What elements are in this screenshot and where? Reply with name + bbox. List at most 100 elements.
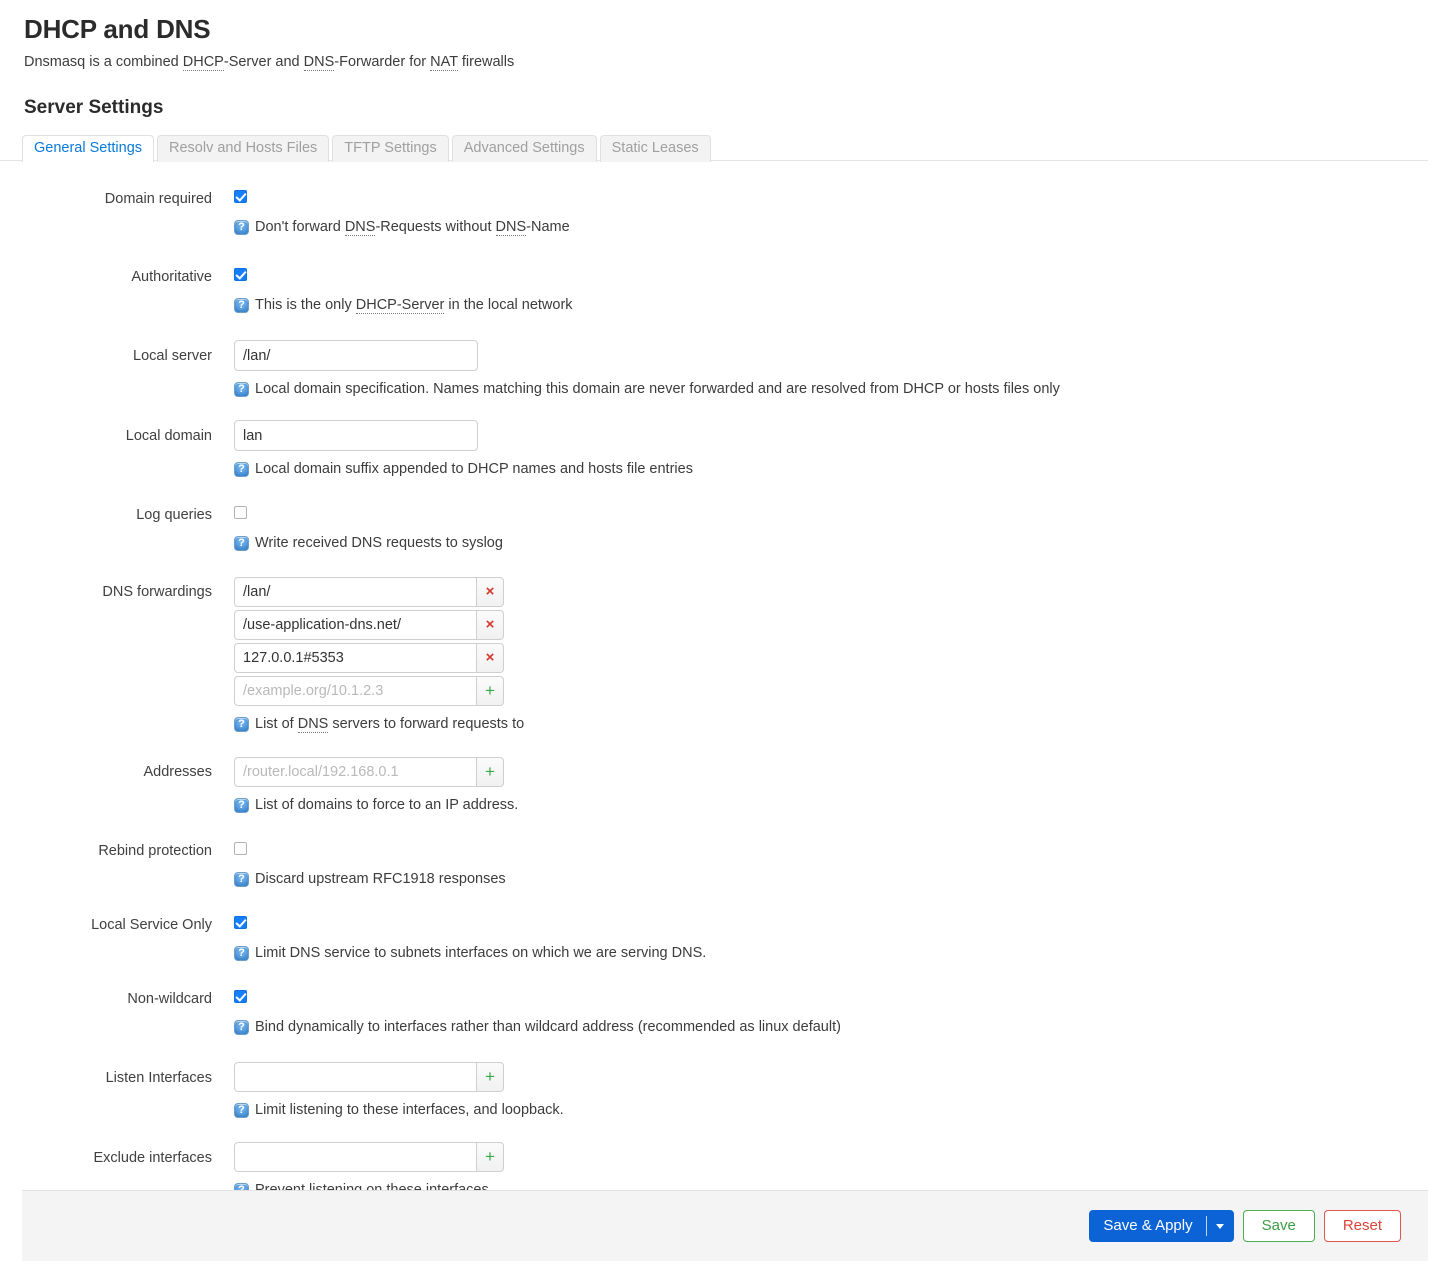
label-listen-interfaces: Listen Interfaces	[105, 1070, 212, 1086]
list-item: ×	[234, 643, 504, 673]
label-dns-forwardings: DNS forwardings	[102, 584, 212, 600]
chevron-down-icon	[1215, 1223, 1224, 1229]
input-local-domain[interactable]	[234, 420, 478, 451]
label-non-wildcard: Non-wildcard	[127, 991, 212, 1007]
help-icon[interactable]	[234, 297, 249, 313]
desc-log-queries: Write received DNS requests to syslog	[234, 534, 1440, 552]
add-button[interactable]: +	[477, 676, 504, 706]
checkbox-authoritative[interactable]	[234, 268, 247, 281]
remove-button[interactable]: ×	[477, 577, 504, 607]
desc-text: This is the only DHCP-Server in the loca…	[255, 297, 573, 314]
input-exclude-interfaces[interactable]	[234, 1142, 477, 1172]
desc-authoritative: This is the only DHCP-Server in the loca…	[234, 296, 1440, 314]
desc-domain-required: Don't forward DNS-Requests without DNS-N…	[234, 218, 1440, 236]
add-button[interactable]: +	[477, 1062, 504, 1092]
row-non-wildcard: Non-wildcard Bind dynamically to interfa…	[0, 990, 1440, 1036]
dhcp-dns-page: DHCP and DNS Dnsmasq is a combined DHCP-…	[0, 0, 1440, 1286]
desc-text: Local domain suffix appended to DHCP nam…	[255, 461, 693, 477]
abbr-dhcp: DHCP	[182, 54, 224, 71]
help-icon[interactable]	[234, 797, 249, 813]
input-dns-forwarding-0[interactable]	[234, 577, 477, 607]
row-domain-required: Domain required Don't forward DNS-Reques…	[0, 190, 1440, 236]
tab-tftp-settings[interactable]: TFTP Settings	[332, 135, 449, 162]
list-item-new: +	[234, 676, 504, 706]
row-authoritative: Authoritative This is the only DHCP-Serv…	[0, 268, 1440, 314]
input-dns-forwarding-1[interactable]	[234, 610, 477, 640]
checkbox-log-queries[interactable]	[234, 506, 247, 519]
abbr-dns: DNS	[297, 716, 329, 733]
label-domain-required: Domain required	[104, 191, 212, 207]
desc-non-wildcard: Bind dynamically to interfaces rather th…	[234, 1018, 1440, 1036]
label-rebind-protection: Rebind protection	[98, 843, 212, 859]
add-button[interactable]: +	[477, 1142, 504, 1172]
input-addresses-new[interactable]	[234, 757, 477, 787]
desc-text: Limit DNS service to subnets interfaces …	[255, 945, 707, 961]
input-local-server[interactable]	[234, 340, 478, 371]
row-addresses: Addresses + List of domains to force to …	[0, 757, 1440, 814]
desc-local-service-only: Limit DNS service to subnets interfaces …	[234, 944, 1440, 962]
desc-local-server: Local domain specification. Names matchi…	[234, 380, 1440, 398]
help-icon[interactable]	[234, 945, 249, 961]
page-subtitle: Dnsmasq is a combined DHCP-Server and DN…	[24, 54, 515, 71]
tab-resolv-and-hosts-files[interactable]: Resolv and Hosts Files	[157, 135, 330, 162]
save-button[interactable]: Save	[1242, 1210, 1315, 1242]
help-icon[interactable]	[234, 1102, 249, 1118]
desc-text: Limit listening to these interfaces, and…	[255, 1102, 564, 1118]
tab-advanced-settings[interactable]: Advanced Settings	[451, 135, 597, 162]
label-local-domain: Local domain	[125, 428, 212, 444]
row-rebind-protection: Rebind protection Discard upstream RFC19…	[0, 842, 1440, 888]
row-local-domain: Local domain Local domain suffix appende…	[0, 420, 1440, 478]
abbr-dns-requests: DNS	[344, 219, 376, 236]
checkbox-local-service-only[interactable]	[234, 916, 247, 929]
desc-text: List of domains to force to an IP addres…	[255, 797, 519, 813]
help-icon[interactable]	[234, 871, 249, 887]
desc-local-domain: Local domain suffix appended to DHCP nam…	[234, 460, 1440, 478]
input-dns-forwarding-new[interactable]	[234, 676, 477, 706]
help-icon[interactable]	[234, 1019, 249, 1035]
desc-text: Bind dynamically to interfaces rather th…	[255, 1019, 841, 1035]
remove-button[interactable]: ×	[477, 610, 504, 640]
desc-text: Write received DNS requests to syslog	[255, 535, 503, 551]
help-icon[interactable]	[234, 716, 249, 732]
label-local-server: Local server	[133, 348, 212, 364]
help-icon[interactable]	[234, 381, 249, 397]
desc-text: Local domain specification. Names matchi…	[255, 381, 1060, 397]
desc-text: Don't forward DNS-Requests without DNS-N…	[255, 219, 570, 236]
form-action-bar: Save & Apply Save Reset	[22, 1190, 1428, 1261]
server-settings-form: Domain required Don't forward DNS-Reques…	[0, 190, 1440, 1199]
tab-general-settings[interactable]: General Settings	[22, 135, 155, 162]
desc-dns-forwardings: List of DNS servers to forward requests …	[234, 715, 1440, 733]
help-icon[interactable]	[234, 219, 249, 235]
tab-bar: General Settings Resolv and Hosts Files …	[0, 134, 1428, 162]
abbr-nat: NAT	[430, 54, 458, 71]
row-listen-interfaces: Listen Interfaces + Limit listening to t…	[0, 1062, 1440, 1119]
input-dns-forwarding-2[interactable]	[234, 643, 477, 673]
tab-static-leases[interactable]: Static Leases	[599, 135, 711, 162]
list-item: ×	[234, 610, 504, 640]
list-item-new: +	[234, 1062, 504, 1092]
add-button[interactable]: +	[477, 757, 504, 787]
help-icon[interactable]	[234, 535, 249, 551]
page-title: DHCP and DNS	[24, 14, 211, 44]
reset-button[interactable]: Reset	[1323, 1210, 1401, 1242]
label-local-service-only: Local Service Only	[91, 917, 212, 933]
save-and-apply-dropdown-toggle[interactable]	[1207, 1211, 1233, 1241]
remove-button[interactable]: ×	[477, 643, 504, 673]
label-log-queries: Log queries	[136, 507, 212, 523]
help-icon[interactable]	[234, 461, 249, 477]
section-title: Server Settings	[24, 97, 164, 118]
row-log-queries: Log queries Write received DNS requests …	[0, 506, 1440, 552]
checkbox-non-wildcard[interactable]	[234, 990, 247, 1003]
list-item-new: +	[234, 1142, 504, 1172]
desc-text: List of DNS servers to forward requests …	[255, 716, 525, 733]
desc-text: Discard upstream RFC1918 responses	[255, 871, 506, 887]
checkbox-rebind-protection[interactable]	[234, 842, 247, 855]
row-dns-forwardings: DNS forwardings × × × +	[0, 577, 1440, 733]
label-exclude-interfaces: Exclude interfaces	[93, 1150, 212, 1166]
save-and-apply-button[interactable]: Save & Apply	[1089, 1210, 1234, 1242]
input-listen-interfaces[interactable]	[234, 1062, 477, 1092]
desc-listen-interfaces: Limit listening to these interfaces, and…	[234, 1101, 1440, 1119]
save-and-apply-label: Save & Apply	[1103, 1217, 1193, 1234]
checkbox-domain-required[interactable]	[234, 190, 247, 203]
desc-addresses: List of domains to force to an IP addres…	[234, 796, 1440, 814]
